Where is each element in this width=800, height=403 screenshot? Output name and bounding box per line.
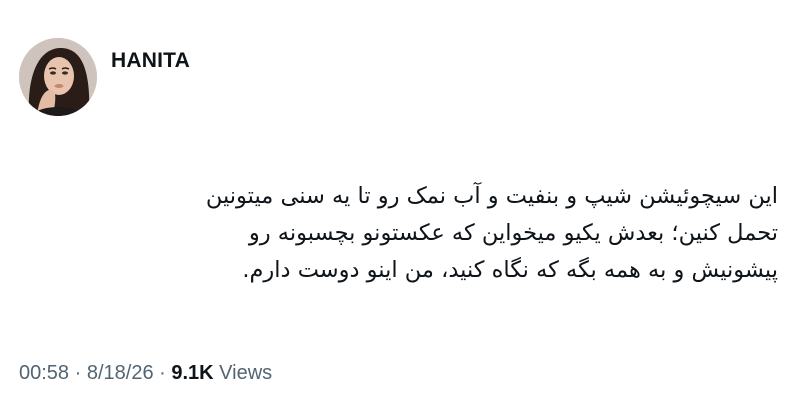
views-label: Views <box>213 362 273 384</box>
tweet-card: HANITA این سیچوئیشن شیپ و بنفیت و آب نمک… <box>0 0 800 403</box>
tweet-meta: 00:58 · 8/18/26 · 9.1K Views <box>19 362 272 385</box>
views-count[interactable]: 9.1K <box>171 362 213 384</box>
tweet-text-line: این سیچوئیشن شیپ و بنفیت و آب نمک رو تا … <box>205 183 778 209</box>
avatar-portrait-image <box>19 38 97 116</box>
meta-separator: · <box>69 362 87 384</box>
author-avatar[interactable] <box>19 38 97 116</box>
tweet-time[interactable]: 00:58 <box>19 362 69 384</box>
tweet-text: این سیچوئیشن شیپ و بنفیت و آب نمک رو تا … <box>48 178 778 289</box>
meta-separator: · <box>153 362 172 384</box>
tweet-date[interactable]: 8/18/26 <box>87 362 154 384</box>
author-name[interactable]: HANITA <box>111 49 190 73</box>
tweet-text-line: پیشونیش و به همه بگه که نگاه کنید، من ای… <box>242 257 778 283</box>
tweet-text-line: تحمل کنین؛ بعدش یکیو میخواین که عکستونو … <box>248 220 778 246</box>
